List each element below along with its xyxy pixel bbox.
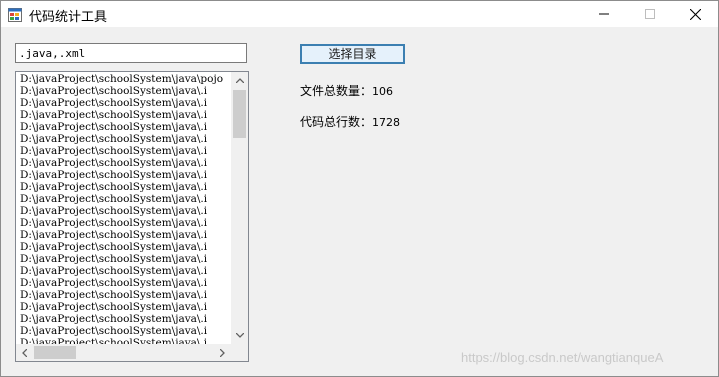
- list-item[interactable]: D:\javaProject\schoolSystem\java\.i: [20, 301, 226, 313]
- maximize-button[interactable]: [627, 1, 673, 27]
- horizontal-scroll-thumb[interactable]: [34, 346, 76, 359]
- scroll-up-button[interactable]: [231, 72, 248, 89]
- list-item[interactable]: D:\javaProject\schoolSystem\java\.i: [20, 157, 226, 169]
- scroll-left-button[interactable]: [16, 344, 33, 361]
- list-item[interactable]: D:\javaProject\schoolSystem\java\.i: [20, 229, 226, 241]
- chevron-up-icon: [235, 78, 244, 83]
- close-icon: [689, 8, 701, 20]
- list-item[interactable]: D:\javaProject\schoolSystem\java\.i: [20, 97, 226, 109]
- file-count-row: 文件总数量：106: [300, 82, 393, 99]
- list-item[interactable]: D:\javaProject\schoolSystem\java\pojo: [20, 73, 226, 85]
- file-count-label: 文件总数量：: [300, 84, 373, 98]
- app-icon: [8, 7, 22, 22]
- list-item[interactable]: D:\javaProject\schoolSystem\java\.i: [20, 145, 226, 157]
- list-item[interactable]: D:\javaProject\schoolSystem\java\.i: [20, 289, 226, 301]
- file-count-value: 106: [372, 85, 394, 98]
- horizontal-scrollbar[interactable]: [16, 344, 231, 361]
- file-list: D:\javaProject\schoolSystem\java\pojo D:\…: [20, 73, 226, 345]
- list-item[interactable]: D:\javaProject\schoolSystem\java\.i: [20, 181, 226, 193]
- window-title: 代码统计工具: [29, 10, 108, 25]
- extensions-input[interactable]: [15, 43, 247, 63]
- line-count-row: 代码总行数：1728: [300, 113, 400, 130]
- close-button[interactable]: [672, 1, 718, 27]
- list-item[interactable]: D:\javaProject\schoolSystem\java\.i: [20, 205, 226, 217]
- scroll-down-button[interactable]: [231, 327, 248, 344]
- list-item[interactable]: D:\javaProject\schoolSystem\java\.i: [20, 85, 226, 97]
- chevron-down-icon: [235, 333, 244, 338]
- list-item[interactable]: D:\javaProject\schoolSystem\java\.i: [20, 169, 226, 181]
- title-bar[interactable]: 代码统计工具: [1, 1, 718, 27]
- line-count-value: 1728: [372, 116, 401, 129]
- scrollbar-corner: [231, 344, 248, 361]
- minimize-icon: [599, 13, 609, 15]
- list-item[interactable]: D:\javaProject\schoolSystem\java\.i: [20, 313, 226, 325]
- list-item[interactable]: D:\javaProject\schoolSystem\java\.i: [20, 241, 226, 253]
- list-item[interactable]: D:\javaProject\schoolSystem\java\.i: [20, 253, 226, 265]
- vertical-scroll-thumb[interactable]: [233, 90, 246, 138]
- chevron-right-icon: [220, 348, 225, 357]
- maximize-icon: [645, 9, 655, 19]
- file-listbox[interactable]: D:\javaProject\schoolSystem\java\pojo D:\…: [15, 71, 249, 362]
- list-item[interactable]: D:\javaProject\schoolSystem\java\.i: [20, 121, 226, 133]
- list-item[interactable]: D:\javaProject\schoolSystem\java\.i: [20, 325, 226, 337]
- list-item[interactable]: D:\javaProject\schoolSystem\java\.i: [20, 277, 226, 289]
- list-item[interactable]: D:\javaProject\schoolSystem\java\.i: [20, 133, 226, 145]
- select-directory-button[interactable]: 选择目录: [300, 44, 405, 64]
- list-item[interactable]: D:\javaProject\schoolSystem\java\.i: [20, 109, 226, 121]
- minimize-button[interactable]: [581, 1, 627, 27]
- list-item[interactable]: D:\javaProject\schoolSystem\java\.i: [20, 265, 226, 277]
- scroll-right-button[interactable]: [214, 344, 231, 361]
- vertical-scrollbar[interactable]: [231, 72, 248, 344]
- list-item[interactable]: D:\javaProject\schoolSystem\java\.i: [20, 193, 226, 205]
- watermark-text: https://blog.csdn.net/wangtianqueA: [461, 350, 664, 365]
- chevron-left-icon: [22, 348, 27, 357]
- line-count-label: 代码总行数：: [300, 115, 373, 129]
- app-window: 代码统计工具 D:\javaProject\schoolSystem\java\…: [0, 0, 719, 377]
- list-item[interactable]: D:\javaProject\schoolSystem\java\.i: [20, 217, 226, 229]
